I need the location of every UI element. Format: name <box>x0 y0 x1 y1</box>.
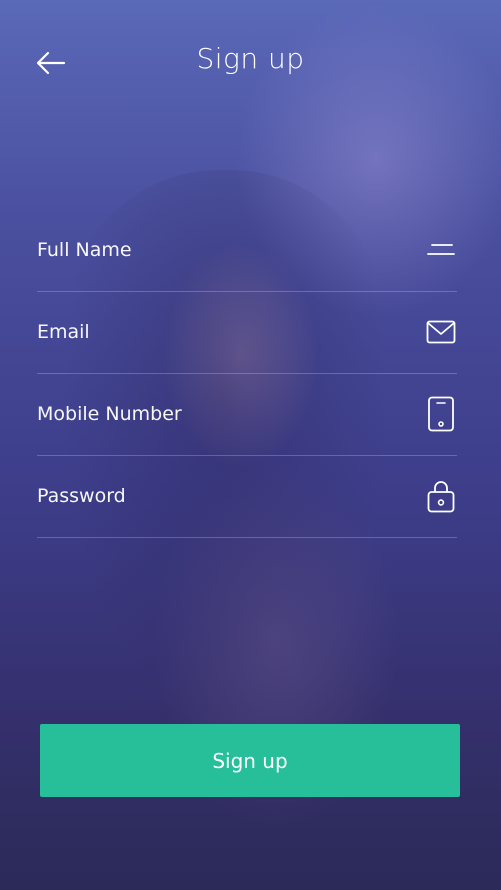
envelope-icon <box>425 314 457 350</box>
lock-icon <box>425 478 457 514</box>
full-name-field[interactable]: Full Name <box>37 210 457 292</box>
signup-form: Full Name Email Mobile Number Password <box>37 210 457 538</box>
mobile-number-field[interactable]: Mobile Number <box>37 374 457 456</box>
phone-icon <box>425 396 457 432</box>
full-name-label: Full Name <box>37 239 132 261</box>
email-label: Email <box>37 321 90 343</box>
signup-button[interactable]: Sign up <box>40 724 460 797</box>
password-label: Password <box>37 485 126 507</box>
header: Sign up <box>0 30 501 92</box>
password-field[interactable]: Password <box>37 456 457 538</box>
page-title: Sign up <box>196 42 305 75</box>
email-field[interactable]: Email <box>37 292 457 374</box>
name-lines-icon <box>425 232 457 268</box>
mobile-number-label: Mobile Number <box>37 403 182 425</box>
